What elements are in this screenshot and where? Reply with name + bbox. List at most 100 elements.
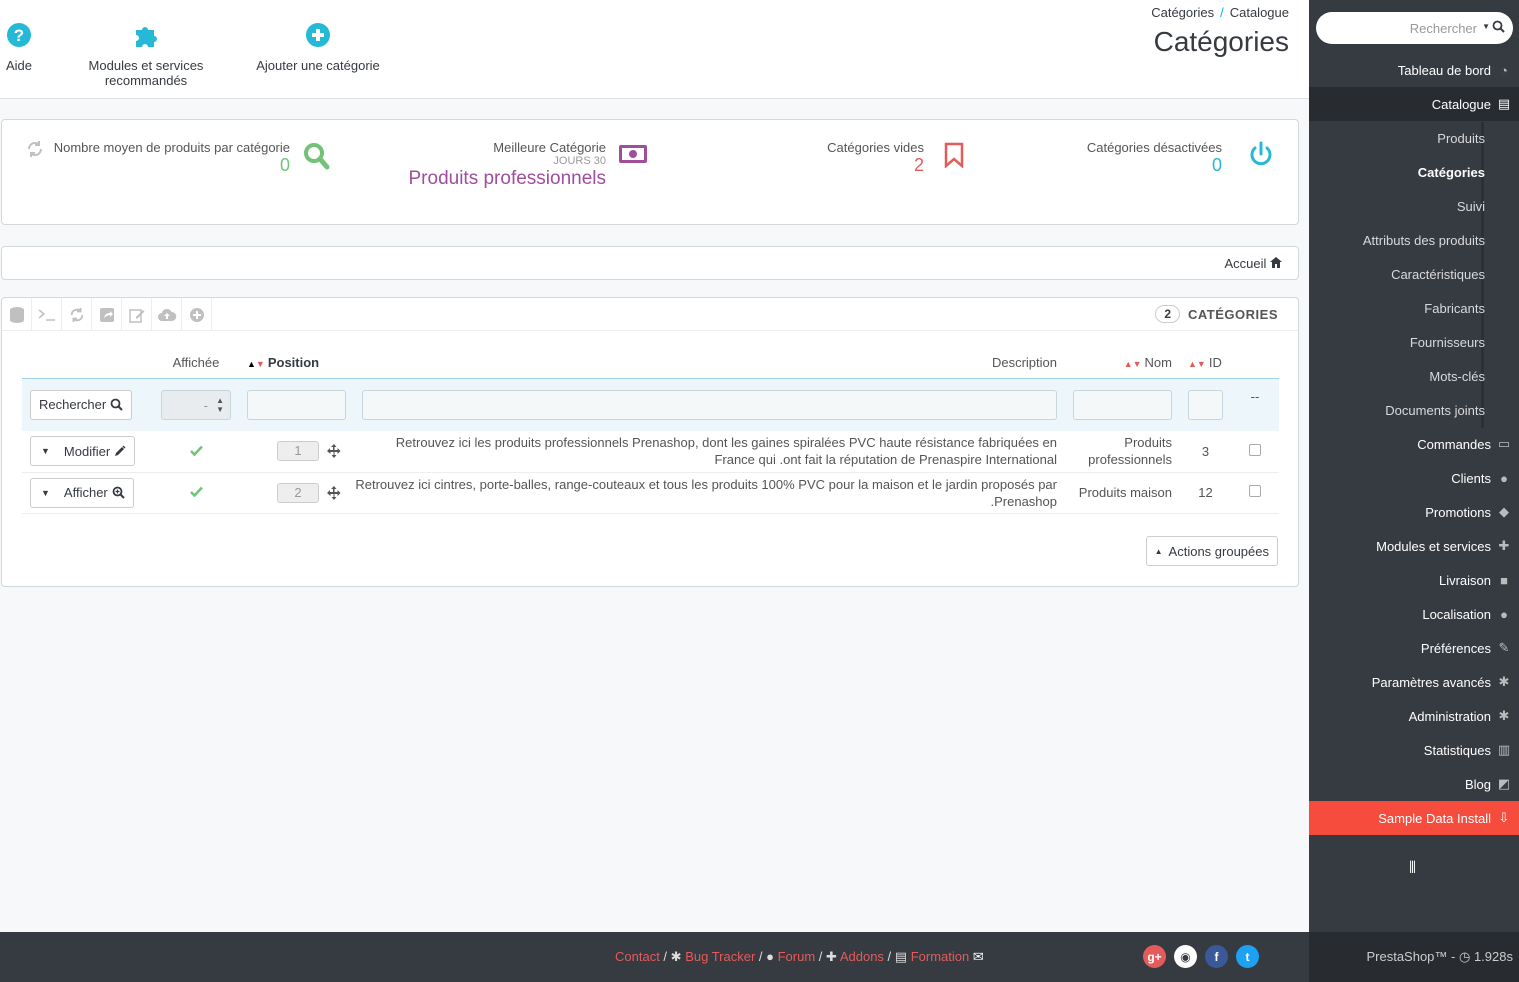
- contact-link[interactable]: Contact: [615, 949, 660, 964]
- sidebar-item-administration[interactable]: Administration ✱: [1309, 699, 1519, 733]
- sidebar-item-localization[interactable]: Localisation ●: [1309, 597, 1519, 631]
- bug-tracker-link[interactable]: Bug Tracker: [685, 949, 755, 964]
- sidebar-item-attachments[interactable]: Documents joints: [1309, 393, 1519, 427]
- bulk-actions-button[interactable]: ▲ Actions groupées: [1145, 536, 1278, 566]
- github-icon[interactable]: ◉: [1174, 945, 1197, 968]
- breadcrumb-current[interactable]: Catalogue: [1230, 5, 1289, 20]
- sidebar-item-label: Documents joints: [1385, 402, 1485, 418]
- col-select: [1231, 347, 1279, 379]
- envelope-icon[interactable]: ✉: [973, 949, 984, 964]
- cloud-upload-icon[interactable]: [152, 298, 182, 331]
- sidebar-item-customers[interactable]: Clients ●: [1309, 461, 1519, 495]
- sidebar-search-controls[interactable]: ▼: [1482, 20, 1505, 33]
- sidebar-item-features[interactable]: Caractéristiques: [1309, 257, 1519, 291]
- forum-link[interactable]: Forum: [778, 949, 816, 964]
- search-filter-label: Rechercher: [39, 397, 107, 413]
- sidebar-item-modules[interactable]: Modules et services ✚: [1309, 529, 1519, 563]
- sidebar-item-dashboard[interactable]: Tableau de bord ◔: [1309, 53, 1519, 87]
- move-icon[interactable]: [326, 444, 341, 459]
- table-row: ▼ Afficher 2 Retrouvez ici cintres, port…: [22, 472, 1279, 514]
- sort-icon[interactable]: ▲▼: [1188, 359, 1206, 369]
- version-label: PrestaShop™ -: [1366, 949, 1456, 964]
- edit-row-label: Modifier: [63, 443, 111, 459]
- sidebar-item-preferences[interactable]: Préférences ✎: [1309, 631, 1519, 665]
- sidebar-item-tracking[interactable]: Suivi: [1309, 189, 1519, 223]
- kpi-value: 0: [1211, 155, 1222, 175]
- sidebar-item-products[interactable]: Produits: [1309, 121, 1519, 155]
- facebook-icon[interactable]: f: [1205, 945, 1228, 968]
- sidebar-search[interactable]: Rechercher ▼: [1316, 12, 1513, 44]
- name-filter-input[interactable]: [1073, 389, 1172, 420]
- sidebar-item-attributes[interactable]: Attributs des produits: [1309, 223, 1519, 257]
- puzzle-icon: ✚: [1498, 538, 1510, 553]
- row-displayed[interactable]: [153, 431, 239, 473]
- sidebar-item-tags[interactable]: Mots-clés: [1309, 359, 1519, 393]
- sidebar-item-label: Tableau de bord: [1397, 62, 1491, 78]
- sidebar-item-advanced-parameters[interactable]: Paramètres avancés ✱: [1309, 665, 1519, 699]
- sidebar-item-sample-data[interactable]: Sample Data Install ⇩: [1309, 801, 1519, 835]
- list-title: CATÉGORIES: [1188, 306, 1278, 322]
- path-home[interactable]: Accueil: [1224, 256, 1282, 271]
- sidebar-item-orders[interactable]: Commandes ▭: [1309, 427, 1519, 461]
- category-path-panel: Accueil: [1, 246, 1299, 280]
- caret-down-icon[interactable]: ▼: [1482, 22, 1490, 31]
- row-actions: ▼ Afficher: [22, 472, 153, 514]
- search-filter-button[interactable]: Rechercher: [30, 389, 133, 420]
- description-filter-input[interactable]: [362, 389, 1057, 420]
- sidebar-item-categories[interactable]: Catégories: [1309, 155, 1519, 189]
- caret-down-icon[interactable]: ▼: [41, 446, 50, 456]
- addons-link[interactable]: Addons: [840, 949, 884, 964]
- add-icon[interactable]: [182, 298, 212, 331]
- sidebar-item-promotions[interactable]: Promotions ◆: [1309, 495, 1519, 529]
- help-button[interactable]: ? Aide: [4, 20, 34, 73]
- sidebar-item-shipping[interactable]: Livraison ■: [1309, 563, 1519, 597]
- kpi-disabled-categories[interactable]: Catégories désactivées 0: [1087, 140, 1282, 210]
- col-position[interactable]: ▲▼ Position: [239, 347, 354, 379]
- database-icon[interactable]: [2, 298, 32, 331]
- caret-down-icon[interactable]: ▼: [41, 488, 50, 498]
- move-icon[interactable]: [326, 485, 341, 500]
- row-checkbox[interactable]: [1249, 485, 1261, 497]
- sort-icon[interactable]: ▲▼: [1124, 359, 1142, 369]
- share-icon[interactable]: [92, 298, 122, 331]
- breadcrumb-parent[interactable]: Catégories: [1151, 5, 1214, 20]
- sidebar-item-statistics[interactable]: Statistiques ▥: [1309, 733, 1519, 767]
- table-row: ▼ Modifier 1 Retrouvez ici les produits …: [22, 431, 1279, 473]
- displayed-select[interactable]: - ▲ ▼: [161, 389, 231, 420]
- add-category-button[interactable]: Ajouter une catégorie: [254, 20, 382, 73]
- kpi-empty-categories[interactable]: Catégories vides 2: [812, 140, 972, 210]
- row-position: 2: [239, 472, 354, 514]
- formation-link[interactable]: Formation: [911, 949, 970, 964]
- google-plus-icon[interactable]: g+: [1143, 945, 1166, 968]
- sidebar-item-label: Sample Data Install: [1378, 810, 1491, 826]
- category-list-panel: 2 CATÉGORIES Affichée ▲▼ Position Descrip…: [1, 297, 1299, 587]
- power-icon: [1248, 140, 1274, 171]
- sidebar-item-suppliers[interactable]: Fournisseurs: [1309, 325, 1519, 359]
- wrench-icon: ✎: [1498, 640, 1510, 655]
- sidebar-item-blog[interactable]: Blog ◩: [1309, 767, 1519, 801]
- refresh-list-icon[interactable]: [62, 298, 92, 331]
- kpi-average-products[interactable]: Nombre moyen de produits par catégorie 0: [26, 140, 346, 210]
- edit-row-button[interactable]: ▼ Modifier: [30, 436, 136, 467]
- sidebar-item-label: Catégories: [1417, 164, 1485, 180]
- search-icon[interactable]: [1492, 20, 1505, 33]
- id-filter-input[interactable]: [1188, 389, 1223, 420]
- col-id[interactable]: ▲▼ ID: [1180, 347, 1231, 379]
- collapse-menu-icon[interactable]: ⦀: [1409, 860, 1416, 878]
- sidebar-item-manufacturers[interactable]: Fabricants: [1309, 291, 1519, 325]
- edit-icon[interactable]: [122, 298, 152, 331]
- recommended-modules-button[interactable]: Modules et services recommandés: [46, 20, 246, 88]
- view-row-button[interactable]: ▼ Afficher: [30, 477, 134, 508]
- refresh-icon[interactable]: [26, 140, 44, 161]
- row-checkbox[interactable]: [1249, 443, 1261, 456]
- sort-icon[interactable]: ▲▼: [247, 359, 265, 369]
- sidebar-item-catalog[interactable]: Catalogue ▤: [1309, 87, 1519, 121]
- sidebar: Rechercher ▼ Tableau de bord ◔ Catalogue ▤…: [1309, 0, 1519, 932]
- terminal-icon[interactable]: [32, 298, 62, 331]
- position-filter-input[interactable]: [247, 389, 346, 420]
- kpi-best-category[interactable]: Meilleure Catégorie JOURS 30 Produits pr…: [342, 140, 652, 210]
- row-displayed[interactable]: [153, 472, 239, 514]
- col-name[interactable]: ▲▼ Nom: [1065, 347, 1180, 379]
- twitter-icon[interactable]: t: [1236, 945, 1259, 968]
- plus-circle-icon: [254, 20, 382, 50]
